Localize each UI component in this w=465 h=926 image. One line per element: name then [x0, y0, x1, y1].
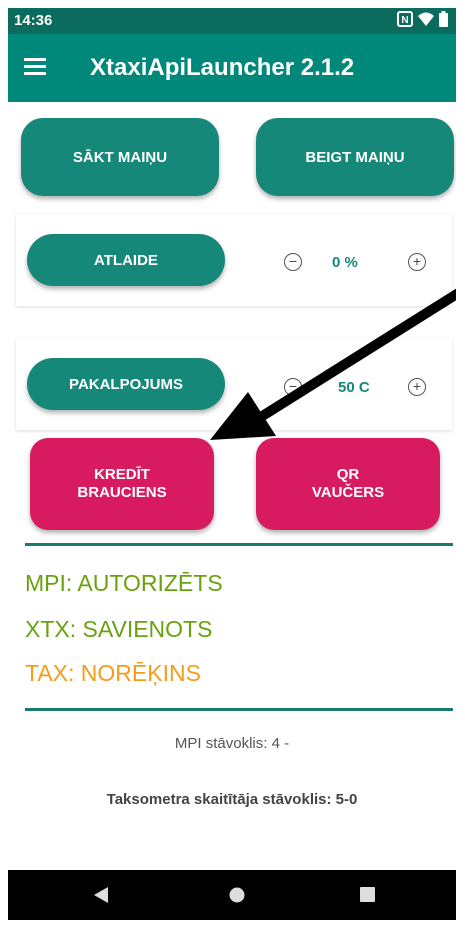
- xtx-status: XTX: SAVIENOTS: [25, 616, 213, 642]
- app-title: XtaxiApiLauncher 2.1.2: [90, 54, 355, 81]
- mpi-state-text: MPI stāvoklis: 4 -: [174, 735, 290, 752]
- service-decrease-button[interactable]: −: [284, 378, 302, 396]
- tax-status: TAX: NORĒĶINS: [25, 660, 201, 686]
- status-bar: 14:36 N: [8, 8, 456, 34]
- back-icon[interactable]: [94, 887, 108, 908]
- service-card: PAKALPOJUMS − 50 C +: [16, 338, 452, 430]
- mpi-status: MPI: AUTORIZĒTS: [25, 570, 223, 596]
- service-button[interactable]: PAKALPOJUMS: [27, 358, 225, 410]
- navigation-bar: [8, 870, 456, 920]
- credit-ride-button[interactable]: KREDĪT BRAUCIENS: [30, 438, 214, 530]
- taximeter-state-text: Taksometra skaitītāja stāvoklis: 5-0: [106, 791, 358, 808]
- recents-icon[interactable]: [360, 887, 375, 907]
- app-bar: XtaxiApiLauncher 2.1.2: [8, 34, 456, 102]
- nfc-icon: N: [397, 11, 413, 31]
- status-time: 14:36: [14, 12, 53, 29]
- divider-bottom: [25, 708, 453, 711]
- hamburger-menu-icon[interactable]: [24, 58, 46, 76]
- svg-text:N: N: [401, 15, 408, 26]
- discount-card: ATLAIDE − 0 % +: [16, 214, 452, 306]
- main-content: SĀKT MAIŅU BEIGT MAIŅU ATLAIDE − 0 % + P…: [8, 102, 456, 870]
- qr-voucher-button[interactable]: QR VAUČERS: [256, 438, 440, 530]
- service-increase-button[interactable]: +: [408, 378, 426, 396]
- discount-button[interactable]: ATLAIDE: [27, 234, 225, 286]
- discount-value: 0 %: [332, 254, 358, 271]
- divider-top: [25, 543, 453, 546]
- discount-decrease-button[interactable]: −: [284, 253, 302, 271]
- battery-icon: [439, 11, 448, 31]
- start-shift-button[interactable]: SĀKT MAIŅU: [21, 118, 219, 196]
- home-icon[interactable]: [229, 887, 245, 908]
- phone-frame: 14:36 N XtaxiApiLauncher 2.1.2 SĀKT MAIŅ…: [0, 0, 465, 926]
- wifi-icon: [418, 12, 434, 30]
- discount-increase-button[interactable]: +: [408, 253, 426, 271]
- end-shift-button[interactable]: BEIGT MAIŅU: [256, 118, 454, 196]
- screen: 14:36 N XtaxiApiLauncher 2.1.2 SĀKT MAIŅ…: [8, 8, 456, 920]
- service-value: 50 C: [338, 379, 370, 396]
